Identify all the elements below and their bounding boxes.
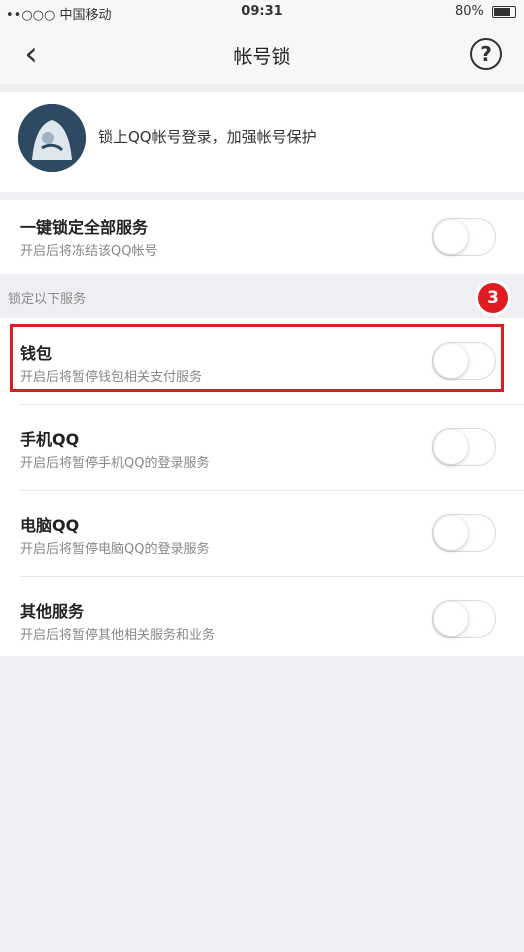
section-label: 锁定以下服务	[8, 292, 87, 307]
pc-qq-toggle[interactable]	[432, 514, 496, 552]
service-desc: 开启后将暂停手机QQ的登录服务	[20, 456, 210, 471]
service-desc: 开启后将暂停其他相关服务和业务	[20, 628, 216, 643]
lock-all-toggle[interactable]	[432, 218, 496, 256]
status-time: 09:31	[241, 4, 283, 19]
service-title: 电脑QQ	[20, 516, 80, 535]
highlight-box	[10, 324, 504, 392]
lock-all-row: 一键锁定全部服务 开启后将冻结该QQ帐号	[0, 200, 524, 274]
service-desc: 开启后将暂停电脑QQ的登录服务	[20, 542, 210, 557]
nav-bar: ‹ 帐号锁 ?	[0, 26, 524, 84]
help-icon[interactable]: ?	[470, 38, 502, 70]
battery-percent: 80%	[454, 4, 484, 19]
other-services-toggle[interactable]	[432, 600, 496, 638]
battery-icon	[492, 5, 516, 18]
service-title: 其他服务	[20, 602, 85, 621]
lock-all-group: 一键锁定全部服务 开启后将冻结该QQ帐号	[0, 200, 524, 274]
toggle-knob	[434, 602, 468, 636]
status-bar: ••○○○ 中国移动 09:31 80%	[0, 0, 524, 26]
mobile-qq-toggle[interactable]	[432, 428, 496, 466]
service-title: 手机QQ	[20, 430, 80, 449]
service-row-mobile-qq: 手机QQ 开启后将暂停手机QQ的登录服务	[0, 404, 524, 490]
service-row-pc-qq: 电脑QQ 开启后将暂停电脑QQ的登录服务	[0, 490, 524, 576]
lock-all-title: 一键锁定全部服务	[20, 218, 149, 237]
annotation-badge: 3	[478, 283, 508, 313]
account-description: 锁上QQ帐号登录，加强帐号保护	[98, 128, 317, 146]
toggle-knob	[434, 220, 468, 254]
toggle-knob	[434, 430, 468, 464]
service-row-other: 其他服务 开启后将暂停其他相关服务和业务	[0, 576, 524, 656]
avatar	[18, 104, 86, 172]
avatar-image	[18, 104, 86, 172]
battery-status: 80%	[455, 4, 516, 19]
account-card[interactable]: 锁上QQ帐号登录，加强帐号保护	[0, 92, 524, 192]
toggle-knob	[434, 516, 468, 550]
lock-all-desc: 开启后将冻结该QQ帐号	[20, 244, 158, 259]
page-title: 帐号锁	[233, 46, 291, 68]
